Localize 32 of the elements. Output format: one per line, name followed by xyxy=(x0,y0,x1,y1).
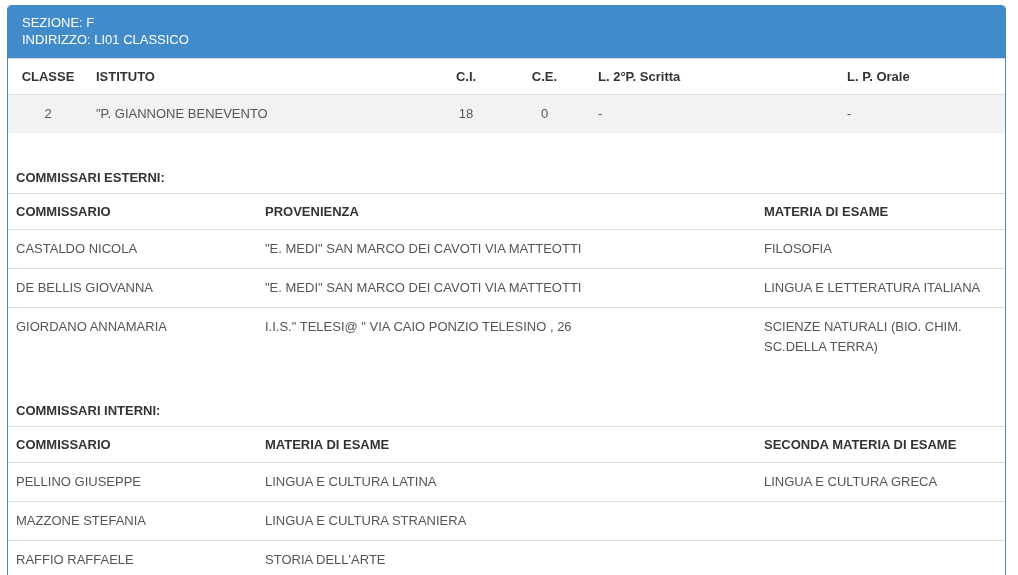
table-cell: GIORDANO ANNAMARIA xyxy=(16,319,167,334)
table-cell: - xyxy=(590,94,839,133)
section-title: COMMISSARI ESTERNI: xyxy=(15,169,166,187)
table-cell: "E. MEDI" SAN MARCO DEI CAVOTI VIA MATTEOTTI xyxy=(265,280,582,295)
table-cell: FILOSOFIA xyxy=(764,241,832,256)
table-cell: 18 xyxy=(433,94,499,133)
header-text: INDIRIZZO: LI01 CLASSICO xyxy=(22,31,190,48)
table-cell: 2 xyxy=(8,94,88,133)
table-cell: "P. GIANNONE BENEVENTO xyxy=(88,94,433,133)
table-cell: PELLINO GIUSEPPE xyxy=(16,474,141,489)
column-header: PROVENIENZA xyxy=(257,193,756,230)
table-cell: LINGUA E CULTURA LATINA xyxy=(265,474,437,489)
header-text: SEZIONE: F xyxy=(22,14,96,31)
column-header: COMMISSARIO xyxy=(8,193,257,230)
table-cell: - xyxy=(839,94,1005,133)
column-header: MATERIA DI ESAME xyxy=(756,193,1005,230)
table-cell: LINGUA E CULTURA GRECA xyxy=(764,474,938,489)
table-cell: MAZZONE STEFANIA xyxy=(16,513,146,528)
table-cell: SCIENZE NATURALI (BIO. CHIM. SC.DELLA TERRA) xyxy=(764,319,962,354)
table-cell: DE BELLIS GIOVANNA xyxy=(16,280,154,295)
column-header: MATERIA DI ESAME xyxy=(257,426,756,463)
table-cell: CASTALDO NICOLA xyxy=(16,241,138,256)
column-header: COMMISSARIO xyxy=(8,426,257,463)
table-cell: LINGUA E LETTERATURA ITALIANA xyxy=(764,280,981,295)
column-header: SECONDA MATERIA DI ESAME xyxy=(756,426,1005,463)
table-cell: 0 xyxy=(499,94,590,133)
table-cell: RAFFIO RAFFAELE xyxy=(16,552,134,567)
section-title: COMMISSARI INTERNI: xyxy=(15,402,162,420)
table-cell: I.I.S." TELESI@ " VIA CAIO PONZIO TELESINO , 26 xyxy=(265,319,572,334)
table-cell: STORIA DELL'ARTE xyxy=(265,552,386,567)
table-cell: "E. MEDI" SAN MARCO DEI CAVOTI VIA MATTEOTTI xyxy=(265,241,582,256)
table-cell: LINGUA E CULTURA STRANIERA xyxy=(265,513,467,528)
